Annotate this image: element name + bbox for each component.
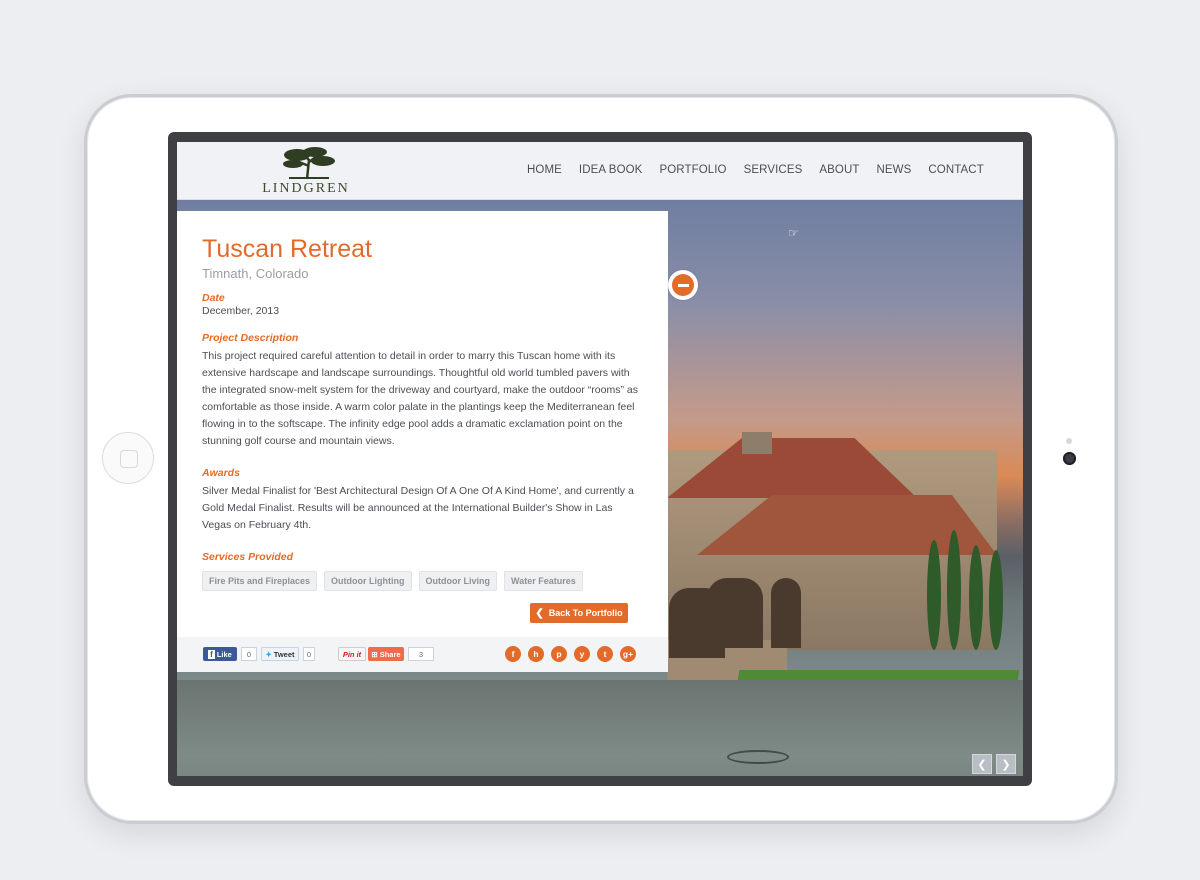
next-slide-button[interactable]: ❯ — [996, 754, 1016, 774]
awards-label: Awards — [202, 467, 240, 479]
cypress-tree — [947, 530, 961, 650]
minus-icon — [672, 274, 694, 296]
project-awards: Silver Medal Finalist for 'Best Architec… — [202, 485, 634, 531]
share-button[interactable]: ⊞ Share — [368, 647, 404, 661]
facebook-icon[interactable]: f — [505, 646, 521, 662]
service-tag[interactable]: Water Features — [504, 571, 583, 591]
tweet-button[interactable]: ✦ Tweet — [261, 647, 299, 661]
twitter-bird-icon: ✦ — [265, 649, 272, 659]
nav-contact[interactable]: CONTACT — [928, 164, 983, 176]
service-tag[interactable]: Fire Pits and Fireplaces — [202, 571, 318, 591]
tweet-label: Tweet — [273, 649, 295, 659]
project-title: Tuscan Retreat — [202, 235, 372, 263]
cypress-tree — [989, 550, 1003, 650]
houzz-icon[interactable]: h — [528, 646, 544, 662]
nav-about[interactable]: ABOUT — [819, 164, 859, 176]
prev-slide-button[interactable]: ❮ — [972, 754, 992, 774]
project-panel: Tuscan Retreat Timnath, Colorado Date De… — [177, 211, 668, 672]
cypress-tree — [969, 545, 983, 650]
tweet-count: 0 — [303, 647, 315, 661]
collapse-panel-button[interactable] — [668, 270, 698, 300]
home-button[interactable] — [102, 432, 154, 484]
services-tags: Fire Pits and Fireplaces Outdoor Lightin… — [202, 571, 590, 591]
chevron-right-icon: ❯ — [1001, 758, 1011, 771]
home-square-icon — [120, 450, 138, 468]
nav-home[interactable]: HOME — [527, 164, 562, 176]
share-label: Share — [379, 649, 401, 659]
yelp-icon[interactable]: y — [574, 646, 590, 662]
social-bar: f Like 0 ✦ Tweet 0 Pin it ⊞ Share 3 f h … — [177, 637, 668, 672]
lindgren-logo[interactable]: LINDGREN — [261, 146, 351, 198]
light-sensor — [1066, 438, 1072, 444]
screen: LINDGREN HOME IDEA BOOK PORTFOLIO SERVIC… — [177, 142, 1023, 776]
twitter-icon[interactable]: t — [597, 646, 613, 662]
street — [177, 680, 1023, 776]
like-count: 0 — [241, 647, 257, 661]
service-tag[interactable]: Outdoor Living — [418, 571, 498, 591]
pin-it-button[interactable]: Pin it — [338, 647, 366, 661]
plus-icon: ⊞ — [371, 649, 378, 659]
house-roof — [667, 438, 917, 498]
manhole — [727, 750, 789, 764]
logo-wordmark: LINDGREN — [262, 181, 350, 196]
project-description: This project required careful attention … — [202, 350, 638, 447]
garage-door — [771, 578, 801, 648]
chevron-left-icon: ❮ — [977, 758, 987, 771]
nav-services[interactable]: SERVICES — [744, 164, 803, 176]
main-nav: HOME IDEA BOOK PORTFOLIO SERVICES ABOUT … — [527, 164, 1001, 176]
tree-logo-icon — [283, 147, 335, 180]
garage-door — [707, 578, 763, 648]
google-plus-icon[interactable]: g+ — [620, 646, 636, 662]
back-button-label: Back To Portfolio — [548, 608, 623, 618]
back-to-portfolio-button[interactable]: ❮ Back To Portfolio — [530, 603, 628, 623]
project-location: Timnath, Colorado — [202, 266, 309, 281]
facebook-icon: f — [208, 649, 215, 659]
services-label: Services Provided — [202, 551, 294, 563]
share-count: 3 — [408, 647, 434, 661]
site-header: LINDGREN HOME IDEA BOOK PORTFOLIO SERVIC… — [177, 142, 1023, 200]
facebook-like-button[interactable]: f Like — [203, 647, 237, 661]
chevron-left-icon: ❮ — [535, 607, 544, 619]
pinterest-icon[interactable]: p — [551, 646, 567, 662]
nav-news[interactable]: NEWS — [876, 164, 911, 176]
description-label: Project Description — [202, 332, 299, 344]
like-label: Like — [216, 649, 232, 659]
nav-portfolio[interactable]: PORTFOLIO — [659, 164, 726, 176]
project-date: December, 2013 — [202, 305, 280, 317]
service-tag[interactable]: Outdoor Lighting — [324, 571, 412, 591]
house-chimney — [742, 432, 772, 454]
front-camera — [1063, 452, 1076, 465]
cypress-tree — [927, 540, 941, 650]
pointer-cursor-icon: ☞ — [788, 226, 799, 240]
nav-idea-book[interactable]: IDEA BOOK — [579, 164, 643, 176]
